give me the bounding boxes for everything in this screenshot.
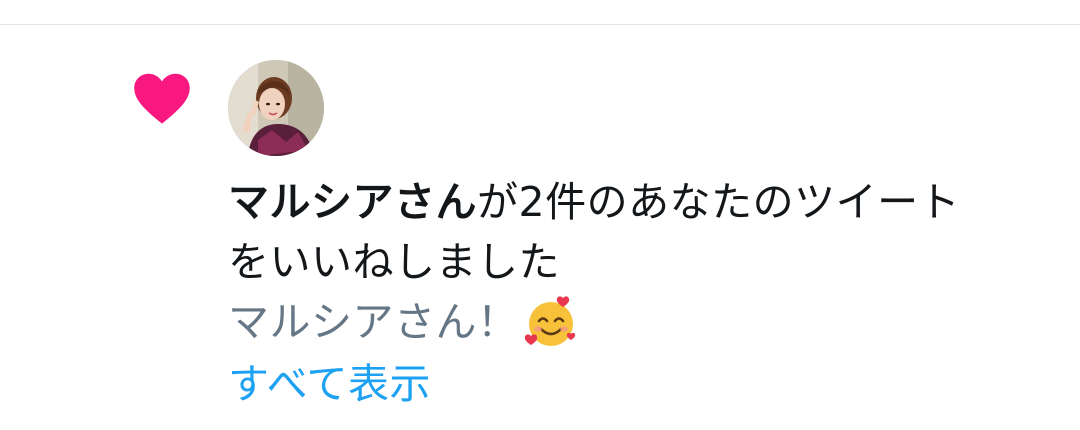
- user-avatar[interactable]: [228, 60, 324, 156]
- tweet-snippet-text: マルシアさん！: [228, 298, 519, 346]
- notification-text: マルシアさんが2件のあなたのツイートをいいねしました: [228, 172, 1048, 292]
- user-name[interactable]: マルシアさん: [228, 178, 477, 226]
- tweet-snippet: マルシアさん！: [228, 292, 1048, 352]
- action-text-line1: が2件のあなたのツイート: [477, 178, 961, 226]
- top-divider: [0, 24, 1080, 25]
- action-text-line2: をいいねしました: [228, 238, 560, 286]
- heart-icon: [130, 66, 194, 130]
- show-all-link[interactable]: すべて表示: [228, 354, 431, 414]
- notification-content: マルシアさんが2件のあなたのツイートをいいねしました マルシアさん！ すべて表示: [228, 172, 1048, 414]
- smiling-face-with-hearts-icon: [523, 294, 579, 350]
